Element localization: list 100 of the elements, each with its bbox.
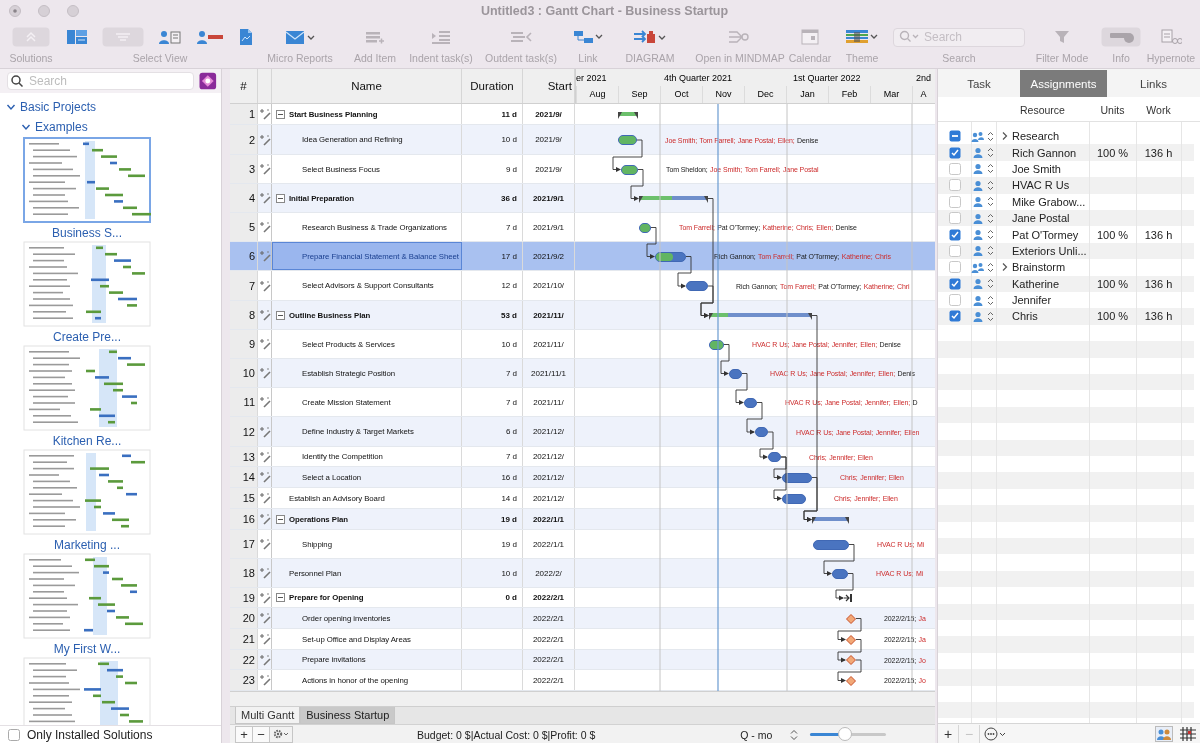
wand-icon[interactable] — [258, 674, 271, 686]
stepper-icon[interactable] — [987, 163, 994, 175]
wand-icon[interactable] — [258, 250, 271, 262]
wand-icon[interactable] — [258, 192, 271, 204]
wand-icon[interactable] — [258, 309, 271, 321]
stepper-icon[interactable] — [987, 196, 994, 208]
panel-tab[interactable]: Task — [938, 70, 1020, 97]
checkbox[interactable] — [948, 244, 961, 257]
checkbox[interactable] — [948, 294, 961, 307]
toolbar-button[interactable]: + — [938, 724, 959, 743]
solution-label[interactable]: Marketing ... — [54, 538, 120, 552]
task-bar[interactable] — [709, 339, 724, 350]
collapse-icon[interactable] — [276, 514, 285, 524]
search-field[interactable]: Search — [7, 72, 195, 90]
chevron-icon[interactable] — [21, 122, 31, 132]
stepper-icon[interactable] — [987, 179, 994, 191]
solution-label[interactable]: Create Pre... — [53, 330, 121, 344]
wand-icon[interactable] — [258, 612, 271, 624]
stepper-icon[interactable] — [987, 311, 994, 322]
checkbox[interactable] — [948, 212, 961, 225]
wand-icon[interactable] — [258, 279, 271, 292]
chevron-icon[interactable] — [1001, 131, 1009, 142]
document-icon[interactable] — [238, 28, 254, 46]
task-bar[interactable] — [686, 281, 708, 291]
thumbnail-drawing[interactable] — [23, 137, 151, 223]
wand-icon[interactable] — [258, 567, 271, 579]
task-bar[interactable] — [813, 539, 849, 550]
stepper-icon[interactable] — [987, 294, 994, 306]
wand-icon[interactable] — [258, 367, 271, 379]
solution-label[interactable]: Kitchen Re... — [52, 434, 122, 448]
milestone-diamond[interactable] — [846, 655, 856, 665]
app-icon[interactable] — [199, 72, 217, 90]
task-bar[interactable] — [782, 472, 812, 483]
task-bar[interactable] — [621, 164, 638, 175]
wand-icon[interactable] — [258, 538, 271, 550]
checkbox[interactable] — [948, 179, 961, 192]
solution-label[interactable]: My First W... — [53, 642, 121, 656]
collapse-icon[interactable] — [276, 310, 285, 320]
stepper-icon[interactable] — [987, 278, 994, 290]
chevron-icon[interactable] — [1001, 262, 1009, 273]
wand-icon[interactable] — [258, 591, 271, 604]
task-bar[interactable] — [768, 452, 781, 462]
stepper-icon[interactable] — [987, 130, 994, 142]
panel-tab[interactable]: Assignments — [1020, 70, 1107, 97]
wand-icon[interactable] — [258, 396, 271, 408]
contacts-icon[interactable] — [158, 29, 182, 45]
summary-bar[interactable] — [639, 194, 708, 203]
toolbar-button[interactable]: + — [236, 727, 253, 742]
sheet-tab[interactable]: Business Startup — [300, 707, 396, 724]
stepper-icon[interactable] — [987, 229, 994, 241]
summary-bar[interactable] — [618, 110, 638, 119]
wand-icon[interactable] — [258, 492, 271, 504]
more-icon[interactable] — [984, 727, 1008, 741]
person-bar-icon[interactable] — [196, 29, 224, 45]
wand-icon[interactable] — [258, 513, 271, 525]
stepper-icon[interactable] — [987, 147, 994, 159]
wand-icon[interactable] — [258, 221, 271, 233]
gear-icon[interactable] — [272, 728, 290, 740]
grid-icon[interactable] — [1179, 726, 1197, 742]
stepper-icon[interactable] — [987, 212, 994, 224]
checkbox[interactable] — [948, 146, 961, 159]
stepper-icon[interactable] — [987, 261, 994, 273]
milestone-diamond[interactable] — [846, 634, 856, 645]
wand-icon[interactable] — [258, 471, 271, 483]
close-button[interactable] — [9, 5, 21, 17]
summary-bar[interactable] — [812, 515, 849, 524]
sheet-tab[interactable]: Multi Gantt — [235, 707, 301, 724]
solution-label[interactable]: Business S... — [52, 226, 122, 240]
stepper-icon[interactable] — [987, 245, 994, 257]
collapse-icon[interactable] — [276, 193, 285, 203]
checkbox[interactable] — [948, 261, 961, 274]
people-icon[interactable] — [1155, 726, 1173, 742]
checkbox[interactable] — [948, 277, 961, 290]
wand-icon[interactable] — [258, 653, 271, 666]
checkbox[interactable] — [8, 729, 20, 741]
task-bar[interactable] — [755, 427, 768, 437]
wand-icon[interactable] — [258, 450, 271, 463]
summary-bar[interactable] — [709, 311, 812, 320]
checkbox[interactable] — [948, 162, 961, 175]
wand-icon[interactable] — [258, 108, 271, 120]
milestone-diamond[interactable] — [846, 613, 856, 624]
task-bar[interactable] — [639, 222, 651, 233]
tree-item[interactable]: Basic Projects — [20, 100, 97, 114]
task-bar[interactable] — [744, 397, 757, 408]
wand-icon[interactable] — [258, 338, 271, 350]
task-bar[interactable] — [618, 135, 637, 145]
collapse-icon[interactable] — [276, 109, 285, 119]
chevron-icon[interactable] — [6, 102, 16, 112]
panel-tab[interactable]: Links — [1107, 70, 1200, 97]
checkbox[interactable] — [948, 195, 961, 208]
milestone-diamond[interactable] — [846, 675, 856, 686]
toolbar-button[interactable]: − — [253, 727, 270, 742]
layout-icon[interactable] — [66, 28, 88, 46]
task-bar[interactable] — [782, 493, 806, 504]
slider-thumb[interactable] — [837, 727, 852, 741]
checkbox[interactable] — [948, 228, 961, 241]
collapse-icon[interactable] — [276, 593, 285, 602]
wand-icon[interactable] — [258, 133, 271, 146]
wand-icon[interactable] — [258, 163, 271, 175]
tree-item[interactable]: Examples — [35, 120, 88, 134]
